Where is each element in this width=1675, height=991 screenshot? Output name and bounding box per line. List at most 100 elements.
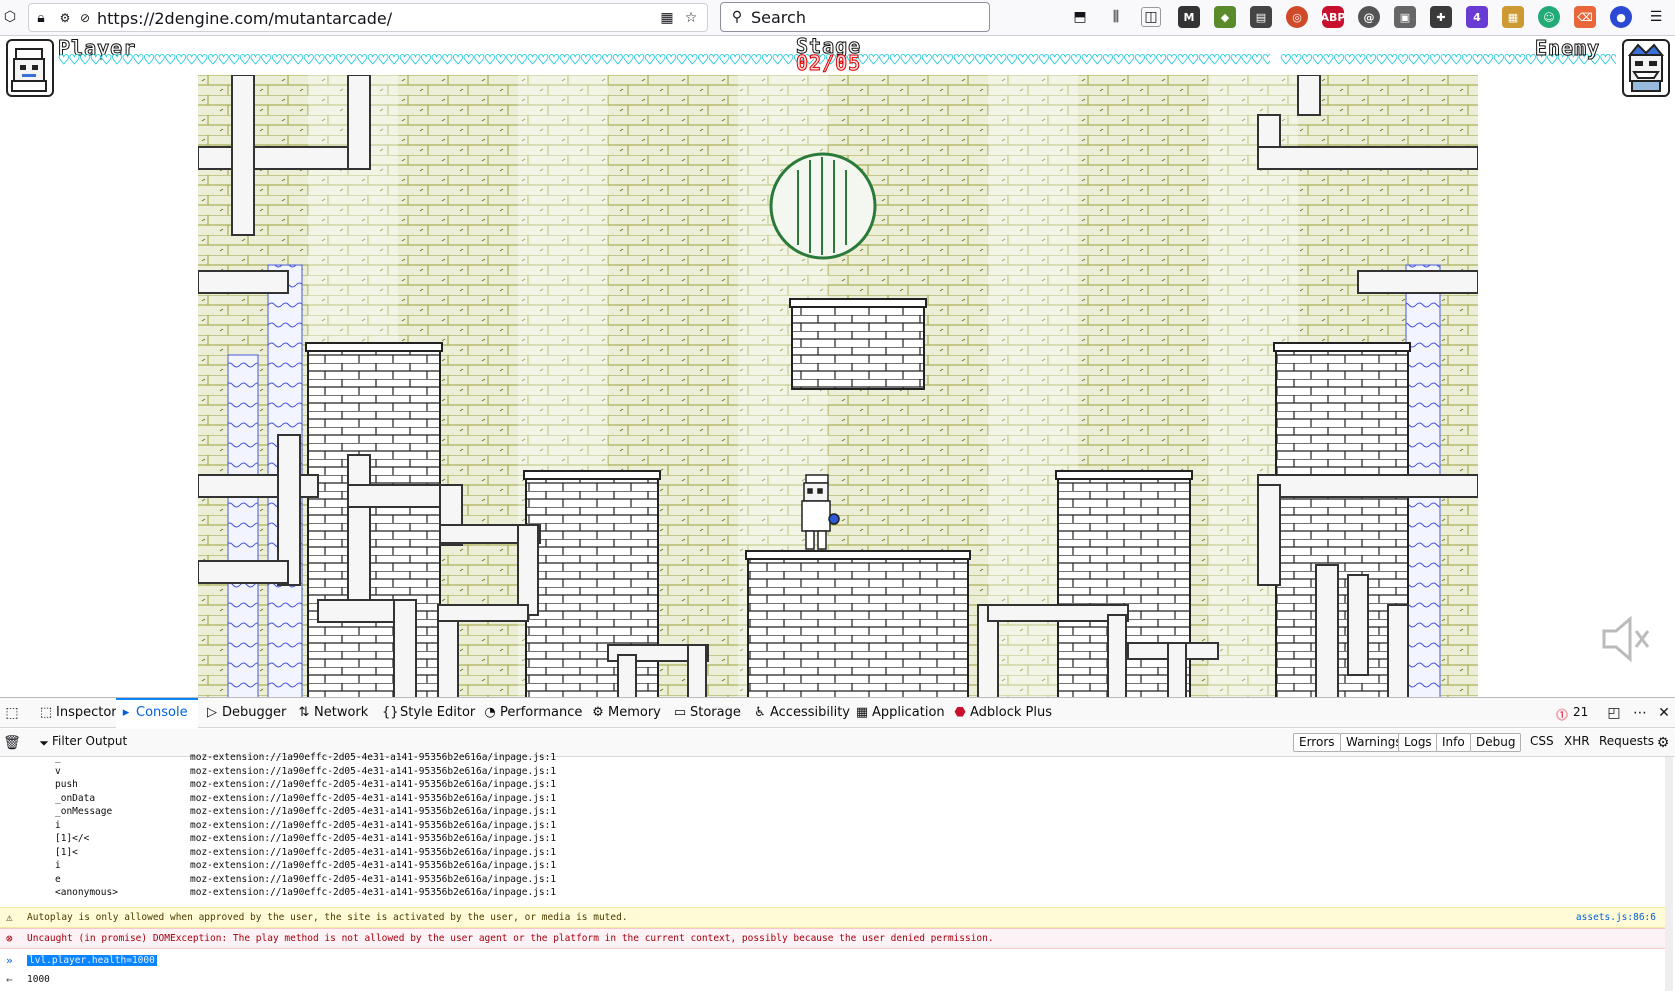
tab-performance[interactable]: ◔ Performance [480, 698, 582, 728]
console-input[interactable]: » lvl.player.health=1000 [0, 952, 1668, 970]
dock-icon[interactable]: ◰ [1604, 703, 1624, 723]
pick-element-icon[interactable]: ⬚ [2, 703, 22, 723]
stack-frame[interactable]: _onMessage moz-extension://1a90effc-2d05-… [0, 805, 1675, 819]
stack-frame-function: push [55, 779, 78, 790]
stack-frame[interactable]: i moz-extension://1a90effc-2d05-4e31-a141… [0, 819, 1675, 833]
filter-info[interactable]: Info [1436, 733, 1471, 752]
stack-frame[interactable]: [1]</< moz-extension://1a90effc-2d05-4e31… [0, 832, 1675, 846]
browser-toolbar: ⬡ 🔒︎ ⚙ ⊘ https://2dengine.com/mutantarca… [0, 0, 1675, 36]
tab-label: Console [136, 705, 188, 720]
bookmark-star-icon[interactable]: ☆ [681, 8, 701, 28]
tab-console[interactable]: ▸ Console [116, 698, 198, 728]
console-warning[interactable]: ⚠ Autoplay is only allowed when approved… [0, 907, 1668, 928]
stack-frame[interactable]: v moz-extension://1a90effc-2d05-4e31-a141… [0, 765, 1675, 779]
filter-css[interactable]: CSS [1530, 734, 1554, 748]
extension-badge-icon[interactable]: 4 [1466, 6, 1488, 28]
stack-frame[interactable]: e moz-extension://1a90effc-2d05-4e31-a141… [0, 873, 1675, 887]
error-text: Uncaught (in promise) DOMException: The … [27, 933, 994, 944]
settings-gear-icon[interactable]: ⚙ [1653, 733, 1673, 753]
filter-output-input[interactable]: Filter Output [52, 734, 127, 748]
stack-frame-location[interactable]: moz-extension://1a90effc-2d05-4e31-a141-… [190, 778, 556, 792]
extension-box-icon[interactable]: ▣ [1394, 6, 1416, 28]
stack-frame[interactable]: [1]< moz-extension://1a90effc-2d05-4e31-a… [0, 846, 1675, 860]
extension-leaf-icon[interactable]: ◆ [1214, 6, 1236, 28]
console-result-text: 1000 [27, 974, 50, 985]
console-scrollbar[interactable] [1665, 757, 1673, 991]
extension-orange-icon[interactable]: ◎ [1286, 6, 1308, 28]
tracking-protection-icon[interactable]: ⊘ [75, 8, 95, 28]
stack-frame-location[interactable]: moz-extension://1a90effc-2d05-4e31-a141-… [190, 819, 556, 833]
tab-debugger[interactable]: ▷ Debugger [202, 698, 286, 728]
stack-frame[interactable]: i moz-extension://1a90effc-2d05-4e31-a141… [0, 859, 1675, 873]
tab-label: Adblock Plus [970, 705, 1053, 720]
url-text[interactable]: https://2dengine.com/mutantarcade/ [97, 9, 392, 28]
stack-frame-location[interactable]: moz-extension://1a90effc-2d05-4e31-a141-… [190, 859, 556, 873]
stack-frame-function: i [55, 819, 61, 831]
pocket-icon[interactable]: ⬒ [1070, 7, 1090, 27]
console-result: ← 1000 [0, 972, 1668, 988]
shield-icon[interactable]: ⬡ [0, 7, 20, 27]
mute-speaker-icon[interactable] [1600, 615, 1650, 663]
stack-frame-location[interactable]: moz-extension://1a90effc-2d05-4e31-a141-… [190, 873, 556, 887]
tab-application[interactable]: ▦ Application [852, 698, 945, 728]
filter-errors[interactable]: Errors [1293, 733, 1341, 752]
filter-logs[interactable]: Logs [1398, 733, 1438, 752]
storage-icon: ▭ [673, 705, 687, 720]
adblock-plus-icon[interactable]: ABP [1321, 6, 1345, 28]
stack-frame[interactable]: <anonymous> moz-extension://1a90effc-2d05… [0, 886, 1675, 900]
tab-adblock-plus[interactable]: ⬣ Adblock Plus [950, 698, 1052, 728]
extension-blue-icon[interactable]: ● [1610, 6, 1632, 28]
tab-inspector[interactable]: ⬚ Inspector [36, 698, 117, 728]
extension-swirl-icon[interactable]: @ [1358, 6, 1380, 28]
permissions-icon[interactable]: ⚙ [55, 8, 75, 28]
console-output[interactable]: _ moz-extension://1a90effc-2d05-4e31-a141… [0, 752, 1675, 991]
stack-frame-location[interactable]: moz-extension://1a90effc-2d05-4e31-a141-… [190, 886, 556, 900]
extension-m-icon[interactable]: M [1178, 6, 1200, 28]
tab-label: Network [314, 705, 369, 720]
inspector-icon: ⬚ [39, 705, 53, 720]
tab-storage[interactable]: ▭ Storage [670, 698, 741, 728]
stack-frame-location[interactable]: moz-extension://1a90effc-2d05-4e31-a141-… [190, 792, 556, 806]
debugger-icon: ▷ [207, 705, 217, 720]
tab-accessibility[interactable]: ♿︎ Accessibility [750, 698, 850, 728]
tab-network[interactable]: ⇅ Network [294, 698, 369, 728]
close-icon[interactable]: ✕ [1654, 703, 1674, 723]
stack-frame[interactable]: push moz-extension://1a90effc-2d05-4e31-a… [0, 778, 1675, 792]
stack-frame[interactable]: _onData moz-extension://1a90effc-2d05-4e3… [0, 792, 1675, 806]
search-bar[interactable]: ⚲ Search [720, 2, 990, 32]
stack-frame-function: [1]</< [55, 833, 90, 844]
error-count[interactable]: 21 [1573, 705, 1588, 719]
extensions-icon[interactable]: ✚ [1430, 6, 1452, 28]
filter-xhr[interactable]: XHR [1564, 734, 1590, 748]
tab-memory[interactable]: ⚙ Memory [588, 698, 661, 728]
extension-grid-icon[interactable]: ▦ [1502, 6, 1524, 28]
warning-source-link[interactable]: assets.js:86:6 [1576, 908, 1656, 928]
extension-trash-icon[interactable]: ⌫ [1574, 6, 1596, 28]
filter-debug[interactable]: Debug [1470, 733, 1522, 752]
console-input-text[interactable]: lvl.player.health=1000 [27, 955, 157, 966]
library-icon[interactable]: ⫼ [1106, 7, 1126, 27]
warning-icon: ⚠ [6, 911, 13, 924]
game-canvas[interactable]: Player ♥♥♥♥♥♥♥♥♥♥♥♥♥♥♥♥♥♥♥♥♥♥♥♥♥♥♥♥♥♥♥♥♥… [0, 37, 1675, 698]
lock-icon[interactable]: 🔒︎ [31, 8, 51, 28]
stack-frame-location[interactable]: moz-extension://1a90effc-2d05-4e31-a141-… [190, 805, 556, 819]
filter-requests[interactable]: Requests [1599, 734, 1654, 748]
sidebar-icon[interactable]: ◫ [1141, 7, 1161, 27]
more-options-icon[interactable]: ⋯ [1630, 703, 1650, 723]
player-avatar [6, 39, 54, 97]
tab-style-editor[interactable]: {} Style Editor [380, 698, 475, 728]
stack-frame-location[interactable]: moz-extension://1a90effc-2d05-4e31-a141-… [190, 765, 556, 779]
clear-console-icon[interactable]: 🗑︎ [2, 733, 22, 753]
stack-frame-function: _onData [55, 792, 96, 804]
stack-frame-location[interactable]: moz-extension://1a90effc-2d05-4e31-a141-… [190, 751, 556, 765]
qr-code-icon[interactable]: ▦ [657, 8, 677, 28]
extension-db-icon[interactable]: ▤ [1250, 6, 1272, 28]
error-count-icon[interactable]: ⓵ [1556, 706, 1568, 723]
stack-frame-location[interactable]: moz-extension://1a90effc-2d05-4e31-a141-… [190, 846, 556, 860]
stack-frame-location[interactable]: moz-extension://1a90effc-2d05-4e31-a141-… [190, 832, 556, 846]
url-bar[interactable]: 🔒︎ ⚙ ⊘ https://2dengine.com/mutantarcade… [28, 3, 708, 32]
stack-frame[interactable]: _ moz-extension://1a90effc-2d05-4e31-a141… [0, 751, 1675, 765]
menu-icon[interactable]: ☰ [1646, 7, 1666, 27]
console-error[interactable]: ⊗ Uncaught (in promise) DOMException: Th… [0, 928, 1668, 949]
extension-face-icon[interactable]: ☺ [1538, 6, 1560, 28]
